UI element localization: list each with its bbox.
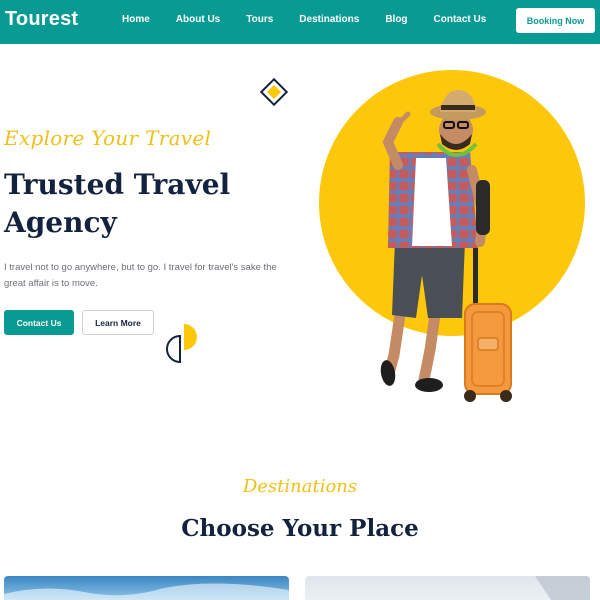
- navbar: Tourest Home About Us Tours Destinations…: [0, 0, 600, 44]
- nav-about-us[interactable]: About Us: [176, 14, 220, 25]
- nav-destinations[interactable]: Destinations: [299, 14, 359, 25]
- page: Tourest Home About Us Tours Destinations…: [0, 0, 600, 600]
- destination-card[interactable]: [4, 576, 289, 600]
- destinations-title: Choose Your Place: [181, 515, 419, 542]
- main-nav: Home About Us Tours Destinations Blog Co…: [122, 14, 512, 25]
- hero-description: I travel not to go anywhere, but to go. …: [4, 262, 277, 289]
- destination-card[interactable]: [305, 576, 590, 600]
- diamond-shape-icon: [259, 77, 289, 107]
- destinations-kicker: Destinations: [242, 476, 358, 497]
- logo[interactable]: Tourest: [5, 8, 78, 31]
- nav-tours[interactable]: Tours: [246, 14, 273, 25]
- learn-more-button[interactable]: Learn More: [82, 310, 154, 335]
- half-circle-shape-icon: [166, 324, 197, 364]
- hero-kicker: Explore Your Travel: [4, 126, 212, 150]
- nav-home[interactable]: Home: [122, 14, 150, 25]
- nav-blog[interactable]: Blog: [385, 14, 407, 25]
- destination-photo-icon: [4, 583, 289, 600]
- hero-title: Trusted Travel Agency: [4, 168, 231, 239]
- hero-traveler-illustration: [319, 70, 585, 402]
- nav-contact-us[interactable]: Contact Us: [434, 14, 487, 25]
- destination-photo-icon: [535, 576, 590, 600]
- booking-now-button[interactable]: Booking Now: [516, 8, 595, 33]
- contact-us-button[interactable]: Contact Us: [4, 310, 74, 335]
